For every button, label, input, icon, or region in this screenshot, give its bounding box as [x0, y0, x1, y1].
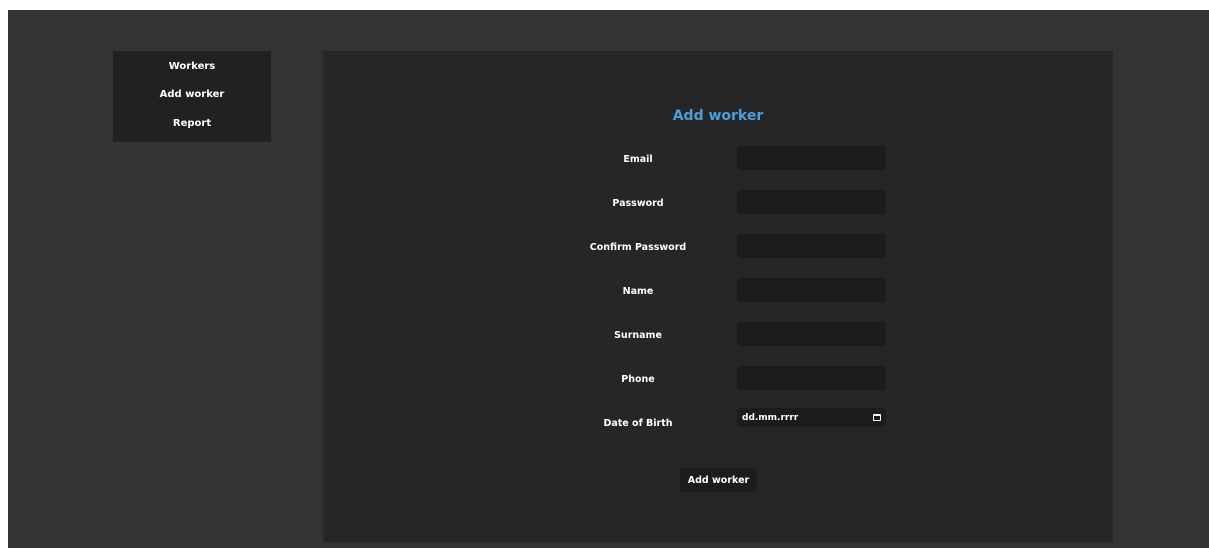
surname-field[interactable] [737, 322, 886, 346]
password-label: Password [612, 198, 664, 209]
phone-field[interactable] [737, 366, 886, 390]
email-label: Email [623, 154, 653, 165]
confirm-password-field[interactable] [737, 234, 886, 258]
phone-label: Phone [621, 374, 655, 385]
app-background: Workers Add worker Report Add worker Ema… [8, 10, 1209, 548]
date-of-birth-field[interactable]: dd.mm.rrrr [737, 408, 886, 427]
sidebar-item-report[interactable]: Report [113, 114, 271, 142]
surname-label: Surname [614, 330, 662, 341]
date-of-birth-label: Date of Birth [603, 418, 673, 429]
sidebar: Workers Add worker Report [113, 51, 271, 142]
add-worker-panel: Add worker Email Password Confirm Passwo… [323, 51, 1113, 542]
confirm-password-label: Confirm Password [589, 242, 687, 253]
calendar-icon[interactable] [873, 414, 881, 421]
email-field[interactable] [737, 146, 886, 170]
sidebar-item-workers[interactable]: Workers [113, 57, 271, 85]
form-title: Add worker [672, 108, 764, 124]
name-label: Name [622, 286, 654, 297]
sidebar-item-add-worker[interactable]: Add worker [113, 85, 271, 113]
name-field[interactable] [737, 278, 886, 302]
password-field[interactable] [737, 190, 886, 214]
add-worker-button[interactable]: Add worker [680, 468, 757, 492]
date-placeholder: dd.mm.rrrr [742, 412, 799, 423]
